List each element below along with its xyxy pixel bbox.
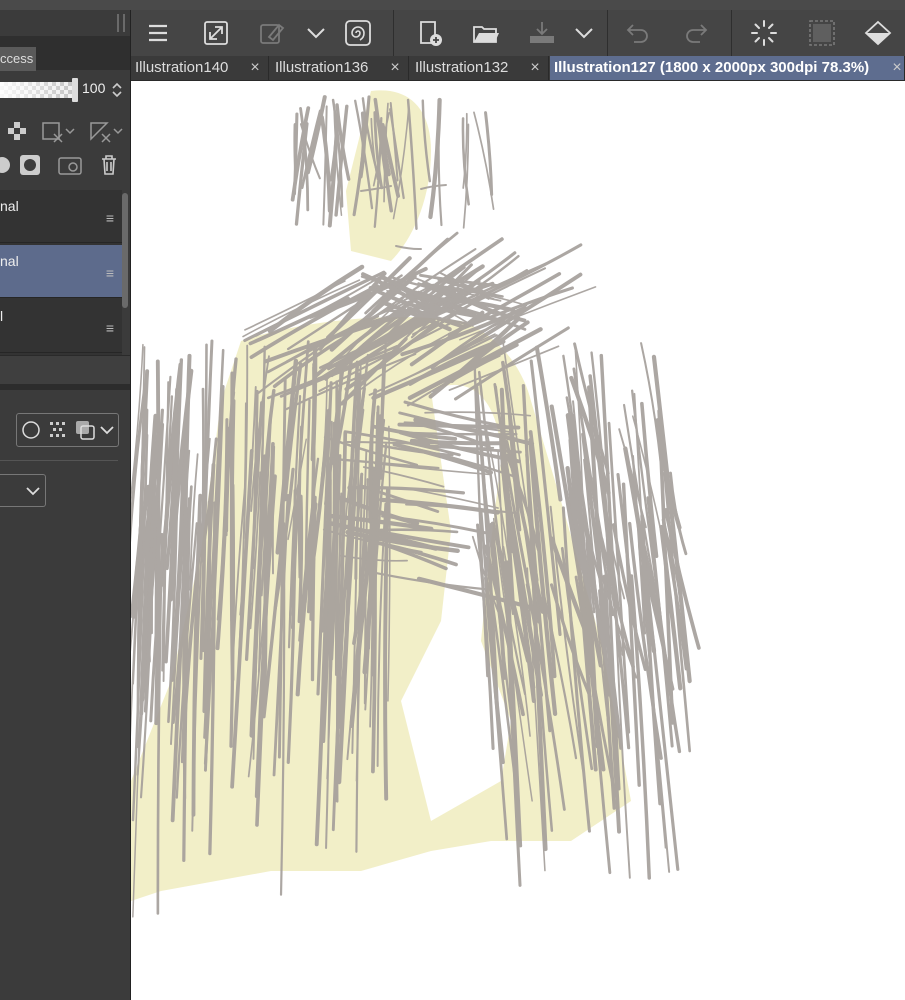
panel-grip-icon[interactable] [117, 14, 125, 32]
selection-icon[interactable] [807, 19, 837, 47]
dither-icon[interactable] [47, 419, 69, 441]
toolbar-separator [607, 10, 608, 56]
chevron-down-icon[interactable] [99, 423, 115, 437]
circle-mode-icon[interactable] [20, 419, 42, 441]
layer-stack-icon[interactable] [74, 419, 96, 441]
loading-icon[interactable] [749, 19, 779, 47]
save-icon[interactable] [527, 19, 557, 47]
eyedropper-icon[interactable] [257, 19, 287, 47]
layer-menu-icon[interactable]: ≡ [106, 210, 114, 226]
command-bar [131, 10, 905, 56]
undo-icon[interactable] [623, 19, 653, 47]
panel-tab[interactable]: ccess [0, 47, 36, 71]
toolbar-separator [731, 10, 732, 56]
trash-icon[interactable] [97, 153, 121, 177]
opacity-value: 100 [82, 80, 106, 96]
opacity-slider[interactable] [0, 82, 76, 98]
tab-label: Illustration136 [275, 59, 369, 76]
layer-item[interactable]: l ≡ [0, 300, 122, 353]
close-icon[interactable]: × [248, 56, 262, 80]
layer-menu-icon[interactable]: ≡ [106, 265, 114, 281]
opacity-stepper-icon[interactable] [110, 80, 124, 100]
lock-transparent-icon[interactable] [6, 120, 30, 144]
close-icon[interactable]: × [528, 56, 542, 80]
layer-blend-label: nal [0, 198, 19, 214]
layer-panel: ccess 100 nal ≡ nal ≡ l ≡ [0, 10, 131, 1000]
layer-blend-label: l [0, 308, 4, 324]
open-folder-icon[interactable] [471, 19, 501, 47]
blend-mode-dropdown[interactable] [0, 474, 46, 507]
layer-blend-label: nal [0, 253, 19, 269]
zoom-fit-icon[interactable] [201, 19, 231, 47]
menu-icon[interactable] [143, 19, 173, 47]
toolbar-separator [393, 10, 394, 56]
close-icon[interactable]: × [388, 56, 402, 80]
mode-selector[interactable] [16, 413, 119, 447]
reference-layer-icon[interactable] [40, 120, 76, 144]
spiral-icon[interactable] [343, 19, 373, 47]
redo-icon[interactable] [681, 19, 711, 47]
tab-label: Illustration140 [135, 59, 229, 76]
chevron-down-icon[interactable] [301, 19, 331, 47]
panel-divider [0, 384, 130, 390]
chevron-down-icon[interactable] [25, 484, 41, 498]
divider [0, 460, 118, 461]
fill-icon[interactable] [863, 19, 893, 47]
panel-tab-label: ccess [0, 51, 34, 66]
drawing-canvas[interactable] [131, 81, 905, 1000]
tab-illustration127-active[interactable]: Illustration127 (1800 x 2000px 300dpi 78… [550, 56, 905, 80]
layer-list: nal ≡ nal ≡ l ≡ [0, 190, 122, 355]
tab-label: Illustration132 [415, 59, 509, 76]
layer-list-scrollbar[interactable] [122, 193, 128, 308]
chevron-down-icon[interactable] [569, 19, 599, 47]
layer-menu-icon[interactable]: ≡ [106, 320, 114, 336]
document-tabs: Illustration140 × Illustration136 × Illu… [131, 56, 905, 81]
partial-icon[interactable] [0, 153, 14, 177]
close-icon[interactable]: × [890, 56, 904, 80]
sketch-artwork [131, 90, 701, 918]
sub-panel-header [0, 355, 130, 386]
layer-option-row [0, 116, 130, 146]
opacity-slider-handle[interactable] [72, 78, 78, 102]
tab-label: Illustration127 (1800 x 2000px 300dpi 78… [554, 59, 870, 76]
layer-item-selected[interactable]: nal ≡ [0, 245, 122, 298]
new-layer-folder-icon[interactable] [57, 153, 85, 177]
layer-action-row [0, 150, 130, 180]
layer-mask-icon[interactable] [18, 153, 42, 177]
title-strip [0, 0, 905, 10]
new-file-icon[interactable] [415, 19, 445, 47]
draft-layer-icon[interactable] [88, 120, 124, 144]
layer-item[interactable]: nal ≡ [0, 190, 122, 243]
